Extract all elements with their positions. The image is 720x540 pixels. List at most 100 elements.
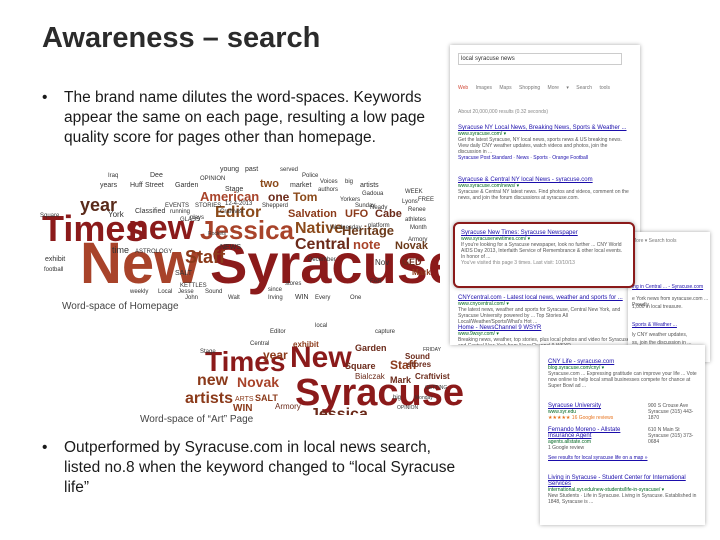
right-tabs: More ▾ Search tools — [632, 238, 677, 244]
cloud-word: local — [315, 323, 327, 329]
cloud-word: Iraq — [108, 173, 118, 179]
cloud-word: since — [268, 287, 283, 293]
cloud-word: Wednesday — [330, 225, 362, 231]
cloud-word: FAR — [370, 279, 382, 285]
cloud-word: Square — [40, 213, 60, 219]
cloud-word: Stage — [200, 349, 216, 355]
cloud-word: NEWS — [220, 244, 241, 251]
cloud-word: EVENTS — [165, 203, 189, 209]
cloud-word: football — [44, 267, 63, 273]
cloud-word: artists — [360, 182, 379, 189]
cloud-word: years — [100, 182, 118, 189]
tab-web: Web — [458, 85, 469, 91]
bullet-text: Outperformed by Syracuse.com in local ne… — [64, 439, 456, 496]
highlight-snippet: If you're looking for a Syracuse newspap… — [461, 242, 623, 260]
cloud-word: Shepperd — [262, 203, 288, 209]
cloud-word: Garden — [175, 182, 198, 189]
search-results-screenshot-right: More ▾ Search tools ing in Central ... -… — [628, 232, 710, 362]
result-snippet: Breaking news, weather, top stories, plu… — [458, 337, 630, 345]
cloud-word: Street — [145, 182, 164, 189]
cloud-word: Dee — [150, 172, 163, 179]
cloud-word: Bialczak — [355, 372, 386, 381]
result-snippet: 1 Google review — [548, 445, 585, 451]
cloud-word: FREE — [418, 197, 434, 203]
cloud-word: Stage — [225, 186, 243, 193]
cloud-word: big — [345, 179, 353, 185]
cloud-word: Mark — [390, 375, 412, 385]
result-title: Fernando Moreno - Allstate Insurance Age… — [548, 427, 621, 439]
cloud-word: York — [108, 210, 125, 219]
cloud-word: big — [393, 395, 401, 401]
cloud-word: Garden — [355, 343, 387, 353]
cloud-word: Local — [158, 289, 172, 295]
result-sitelinks: Syracuse Post Standard · News · Sports ·… — [458, 155, 589, 161]
cloud-word: past — [245, 166, 258, 173]
cloud-word: served — [280, 167, 298, 173]
result-item: Fernando Moreno - Allstate Insurance Age… — [548, 427, 640, 451]
cloud-word: year — [263, 348, 288, 362]
cloud-word: ARTS — [235, 396, 254, 403]
cloud-word: Editor — [270, 329, 286, 335]
cloud-word: young — [220, 166, 239, 173]
cloud-word: John — [185, 295, 198, 301]
result-snippet: Syracuse & Central NY latest news. Find … — [458, 189, 629, 201]
cloud-word: Month — [410, 225, 427, 231]
cloud-word: Armory — [275, 402, 301, 411]
cloud-word: Ready — [370, 205, 387, 211]
cloud-word: new — [197, 372, 229, 389]
cloud-word: Irving — [268, 295, 283, 301]
cloud-word: capture — [375, 329, 396, 335]
cloud-word: Monday — [415, 395, 433, 401]
cloud-word: Renee — [408, 207, 426, 213]
local-life-search-screenshot: CNY Life - syracuse.com blog.syracuse.co… — [540, 345, 705, 525]
cloud-word: Every — [315, 295, 330, 301]
cloud-word: Gadoua — [362, 191, 384, 197]
cloud-word: December — [308, 257, 336, 263]
cloud-word: platform — [368, 223, 390, 229]
cloud-word: stores — [407, 360, 432, 369]
cloud-word: one — [268, 190, 290, 204]
cloud-word: FRIDAY — [423, 347, 442, 353]
cloud-word: Square — [345, 361, 376, 371]
cloud-word: exhibit — [293, 340, 319, 349]
cloud-word: Sound — [205, 289, 222, 295]
cloud-word: Craftivist — [220, 209, 244, 215]
bullet-marker: • — [42, 89, 48, 106]
cloud-word: Salvation — [288, 208, 337, 220]
result-title: Living in Syracuse - Student Center for … — [548, 475, 686, 487]
cloud-word: Novak — [237, 374, 279, 390]
cloud-word: time — [112, 245, 129, 255]
cloud-word: weekly — [129, 289, 148, 295]
search-results-screenshot: local syracuse news Web Images Maps Shop… — [450, 45, 640, 345]
cloud-word: WIN — [233, 403, 252, 414]
cloud-word: Central — [250, 341, 269, 347]
bullet-marker: • — [42, 439, 48, 456]
homepage-word-cloud: New SyracuseTimesnew Jessicayear EditorNati… — [40, 166, 440, 301]
cloud-word: OPINION — [200, 176, 225, 182]
art-cloud-caption: Word-space of “Art” Page — [140, 414, 254, 425]
cloud-word: Armory — [408, 237, 427, 243]
result-item: CNYcentral.com - Latest local news, weat… — [458, 295, 630, 325]
result-snippet: The latest news, weather and sports for … — [458, 307, 621, 325]
tab-shopping: Shopping — [519, 85, 541, 91]
cloud-word: One — [350, 295, 362, 301]
cloud-word: Mark — [412, 268, 431, 277]
cloud-word: Craftivist — [415, 372, 450, 381]
cloud-word: Yorkers — [340, 197, 360, 203]
right-line: ing in Central ... - Syracuse.com — [632, 284, 704, 290]
slide-title: Awareness – search — [42, 22, 321, 54]
cloud-word: two — [260, 178, 279, 190]
cloud-word: plays — [190, 215, 204, 221]
map-link[interactable]: See results for local syracuse life on a… — [548, 455, 648, 461]
cloud-word: Police — [302, 173, 319, 179]
search-tabs: Web Images Maps Shopping More ▾ Search t… — [458, 85, 610, 91]
cloud-word: athletes — [405, 217, 426, 223]
result-address: 900 S Crouse Ave Syracuse (315) 443-1870 — [648, 403, 694, 421]
highlight-visited: You've visited this page 3 times. Last v… — [461, 260, 575, 266]
cloud-word: GETTING — [425, 385, 447, 391]
cloud-word: SALT — [175, 270, 193, 277]
result-item: Syracuse & Central NY local News - syrac… — [458, 177, 630, 201]
cloud-word: stores — [285, 281, 301, 287]
result-item: Living in Syracuse - Student Center for … — [548, 475, 700, 505]
result-snippet: Syracuse.com ... Expressing gratitude ca… — [548, 371, 697, 389]
